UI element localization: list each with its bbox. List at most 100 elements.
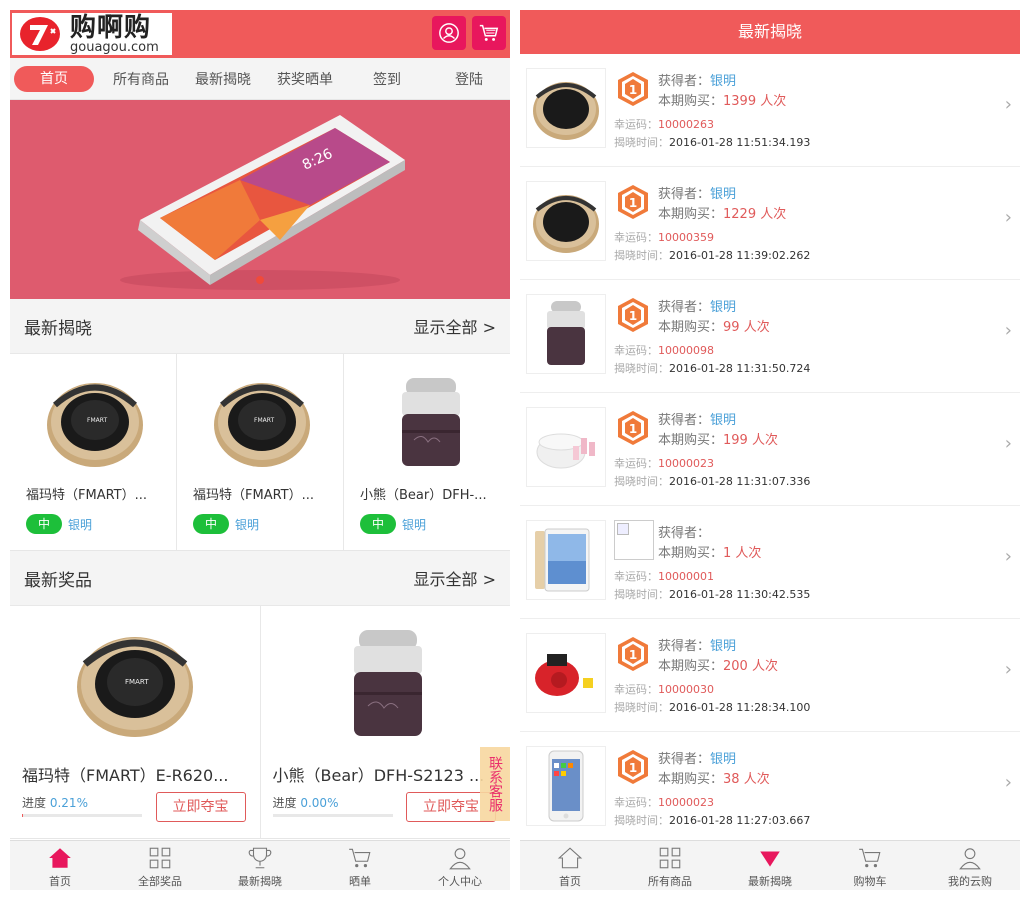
chevron-right-icon[interactable]: › <box>1005 659 1012 680</box>
reveal-row[interactable]: 1 获得者：银明 本期购买：200 人次 幸运码：10000030 揭晓时间：2016-… <box>520 619 1020 732</box>
latest-prizes-title: 最新奖品 <box>24 570 92 591</box>
rank-badge-icon: 1 <box>618 411 648 445</box>
reveal-time: 2016-01-28 11:31:07.336 <box>669 475 811 488</box>
svg-text:FMART: FMART <box>254 417 274 424</box>
lunch-box-image <box>402 378 460 466</box>
site-logo[interactable]: 购啊购 gouagou.com <box>12 13 172 55</box>
rank-badge-icon: 1 <box>618 185 648 219</box>
latest-prizes-show-all[interactable]: 显示全部 > <box>414 566 497 590</box>
lucky-code-line: 幸运码：10000098 <box>614 344 714 357</box>
customer-service-button[interactable]: 联系客服 <box>480 747 510 821</box>
svg-text:FMART: FMART <box>125 678 149 686</box>
latest-reveal-list: FMART 福玛特（FMART）... 中 银明 FMART 福玛特（FMART… <box>10 354 510 551</box>
robot-vacuum-image <box>533 195 599 253</box>
chevron-right-icon[interactable]: › <box>1005 433 1012 454</box>
nav-home[interactable]: 首页 <box>14 65 94 92</box>
lucky-code-line: 幸运码：10000023 <box>614 796 714 809</box>
reveal-row[interactable]: 1 获得者：银明 本期购买：199 人次 幸运码：10000023 揭晓时间：2016-… <box>520 393 1020 506</box>
winner-name[interactable]: 银明 <box>710 300 736 315</box>
prize-product-name: 福玛特（FMART）E-R620... <box>22 766 229 785</box>
product-thumbnail[interactable] <box>526 181 606 261</box>
trophy-icon <box>248 847 272 869</box>
prize-card[interactable]: 小熊（Bear）DFH-S2123 ... 进度 0.00% 立即夺宝 <box>261 606 511 838</box>
svg-text:1: 1 <box>629 422 637 436</box>
svg-text:1: 1 <box>629 196 637 210</box>
purchase-line: 本期购买：200 人次 <box>658 659 778 674</box>
reveal-winner[interactable]: 银明 <box>68 516 92 533</box>
nav-checkin[interactable]: 签到 <box>346 69 428 89</box>
tab-shows[interactable]: 晒单 <box>310 841 410 890</box>
purchase-count: 99 人次 <box>723 320 770 335</box>
svg-text:1: 1 <box>629 648 637 662</box>
promo-banner[interactable]: 8:26 <box>10 100 510 299</box>
purchase-count: 1229 人次 <box>723 207 787 222</box>
product-thumbnail[interactable] <box>526 294 606 374</box>
rank-badge-icon: 1 <box>618 637 648 671</box>
chevron-right-icon[interactable]: › <box>1005 320 1012 341</box>
reveal-row[interactable]: 1 获得者：银明 本期购买：38 人次 幸运码：10000023 揭晓时间：2016-0… <box>520 732 1020 845</box>
nav-all-products[interactable]: 所有商品 <box>100 69 182 89</box>
winner-name[interactable]: 银明 <box>710 187 736 202</box>
reveal-time-line: 揭晓时间：2016-01-28 11:28:34.100 <box>614 701 811 714</box>
reveal-time-line: 揭晓时间：2016-01-28 11:31:50.724 <box>614 362 811 375</box>
tab-my-yungou[interactable]: 我的云购 <box>920 841 1020 890</box>
reveal-winner[interactable]: 银明 <box>402 516 426 533</box>
purchase-count: 199 人次 <box>723 433 778 448</box>
tab-cart[interactable]: 购物车 <box>820 841 920 890</box>
reveal-time: 2016-01-28 11:39:02.262 <box>669 249 811 262</box>
purchase-count: 38 人次 <box>723 772 770 787</box>
grab-now-button[interactable]: 立即夺宝 <box>155 792 246 822</box>
product-thumbnail[interactable] <box>526 633 606 713</box>
tab-home[interactable]: 首页 <box>520 841 620 890</box>
reveal-card[interactable]: 小熊（Bear）DFH-... 中 银明 <box>344 354 510 550</box>
person-icon <box>959 848 981 870</box>
chevron-right-icon[interactable]: › <box>1005 207 1012 228</box>
product-thumbnail[interactable] <box>526 520 606 600</box>
heart-icon <box>760 851 780 867</box>
reveal-row[interactable]: 1 获得者：银明 本期购买：99 人次 幸运码：10000098 揭晓时间：2016-0… <box>520 280 1020 393</box>
tab-all-products[interactable]: 所有商品 <box>620 841 720 890</box>
cart-button[interactable] <box>472 16 506 50</box>
reveal-winner[interactable]: 银明 <box>235 516 259 533</box>
tab-latest-reveal[interactable]: 最新揭晓 <box>720 841 820 890</box>
nav-latest-reveal[interactable]: 最新揭晓 <box>182 69 264 89</box>
product-thumbnail[interactable] <box>526 407 606 487</box>
reveal-time: 2016-01-28 11:31:50.724 <box>669 362 811 375</box>
chevron-right-icon[interactable]: › <box>1005 94 1012 115</box>
prize-card[interactable]: FMART 福玛特（FMART）E-R620... 进度 0.21% 立即夺宝 <box>10 606 261 838</box>
winner-name[interactable]: 银明 <box>710 639 736 654</box>
winner-name[interactable]: 银明 <box>710 752 736 767</box>
lucky-code-line: 幸运码：10000263 <box>614 118 714 131</box>
latest-reveal-title: 最新揭晓 <box>24 318 92 339</box>
product-thumbnail[interactable] <box>526 746 606 826</box>
reveal-time-line: 揭晓时间：2016-01-28 11:31:07.336 <box>614 475 811 488</box>
reveal-time-line: 揭晓时间：2016-01-28 11:27:03.667 <box>614 814 811 827</box>
lucky-code: 10000263 <box>658 118 714 131</box>
user-button[interactable] <box>432 16 466 50</box>
lucky-code-line: 幸运码：10000001 <box>614 570 714 583</box>
tab-home[interactable]: 首页 <box>10 841 110 890</box>
tab-profile[interactable]: 个人中心 <box>410 841 510 890</box>
winner-name[interactable]: 银明 <box>710 74 736 89</box>
grid-icon <box>659 847 681 869</box>
home-icon <box>49 848 71 868</box>
reveal-time-line: 揭晓时间：2016-01-28 11:30:42.535 <box>614 588 811 601</box>
tab-all-prizes[interactable]: 全部奖品 <box>110 841 210 890</box>
grid-icon <box>149 847 171 869</box>
reveal-row[interactable]: 获得者： 本期购买：1 人次 幸运码：10000001 揭晓时间：2016-01-28… <box>520 506 1020 619</box>
product-thumbnail[interactable] <box>526 68 606 148</box>
winner-name[interactable]: 银明 <box>710 413 736 428</box>
robot-vacuum-image <box>533 82 599 140</box>
iphone-image <box>548 750 584 822</box>
reveal-row[interactable]: 1 获得者：银明 本期购买：1229 人次 幸运码：10000359 揭晓时间：2016… <box>520 167 1020 280</box>
chevron-right-icon[interactable]: › <box>1005 546 1012 567</box>
reveal-row[interactable]: 1 获得者：银明 本期购买：1399 人次 幸运码：10000263 揭晓时间：2016… <box>520 54 1020 167</box>
reveal-card[interactable]: FMART 福玛特（FMART）... 中 银明 <box>10 354 177 550</box>
chevron-right-icon[interactable]: › <box>1005 772 1012 793</box>
latest-reveal-show-all[interactable]: 显示全部 > <box>414 314 497 338</box>
reveal-card[interactable]: FMART 福玛特（FMART）... 中 银明 <box>177 354 344 550</box>
purchase-count: 1399 人次 <box>723 94 787 109</box>
nav-winner-shows[interactable]: 获奖晒单 <box>264 69 346 89</box>
nav-login[interactable]: 登陆 <box>428 69 510 89</box>
tab-latest-reveal[interactable]: 最新揭晓 <box>210 841 310 890</box>
